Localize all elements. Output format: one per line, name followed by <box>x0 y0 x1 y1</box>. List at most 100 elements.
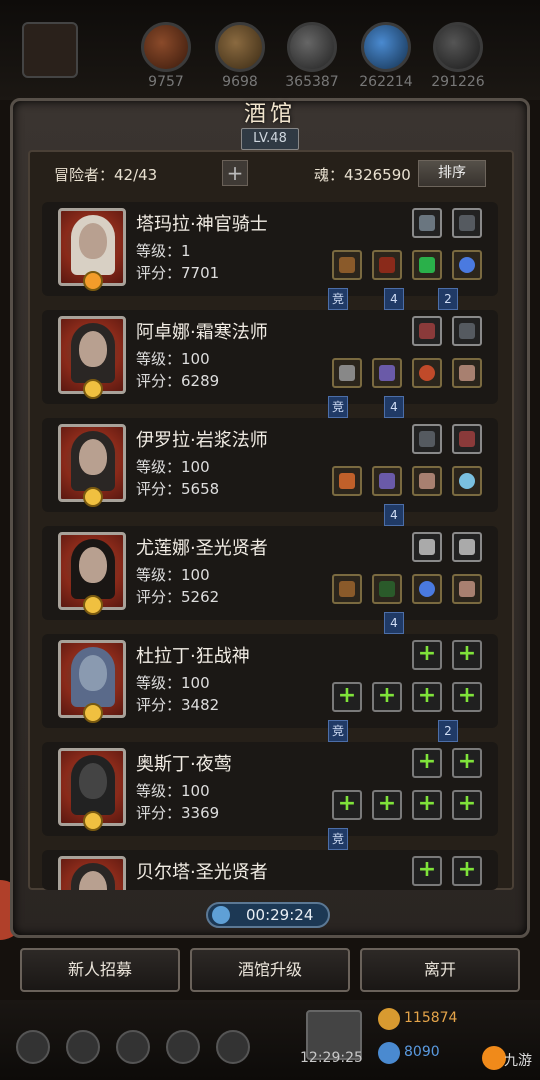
glove-slot[interactable] <box>412 466 442 496</box>
hero-score: 评分：7701 <box>136 264 220 282</box>
ring-slot[interactable] <box>412 574 442 604</box>
chest-slot[interactable] <box>372 358 402 388</box>
empty-slot-add-icon[interactable] <box>412 640 442 670</box>
resource-iron: 365387 <box>284 22 340 90</box>
mask-icon <box>419 431 435 447</box>
empty-slot-add-icon[interactable] <box>412 790 442 820</box>
empty-slot-add-icon[interactable] <box>452 790 482 820</box>
ore-icon <box>433 22 483 72</box>
brand-mascot-icon <box>482 1046 506 1070</box>
resource-value: 365387 <box>285 74 339 90</box>
armor-icon <box>419 215 435 231</box>
chest-slot[interactable] <box>372 250 402 280</box>
tag-badge: 2 <box>438 288 458 310</box>
upgrade-tavern-button[interactable]: 酒馆升级 <box>190 948 350 992</box>
claw-icon <box>459 431 475 447</box>
clock-icon <box>212 906 230 924</box>
tag-badge: 4 <box>384 612 404 634</box>
dagger-slot[interactable] <box>452 532 482 562</box>
chest-slot[interactable] <box>372 574 402 604</box>
hero-name: 伊罗拉·岩浆法师 <box>136 430 268 451</box>
recruit-button[interactable]: 新人招募 <box>20 948 180 992</box>
weapon-slot[interactable] <box>332 574 362 604</box>
bottom-menu-icon[interactable] <box>16 1030 50 1064</box>
chest-armor-icon <box>379 257 395 273</box>
tag-badge: 4 <box>384 504 404 526</box>
dagger-slot[interactable] <box>412 532 442 562</box>
amulet-icon <box>419 365 435 381</box>
bottom-menu-icon[interactable] <box>66 1030 100 1064</box>
tag-badge: 竞 <box>328 288 348 310</box>
glove-slot[interactable] <box>452 574 482 604</box>
chest-slot[interactable] <box>372 466 402 496</box>
accessory-slot[interactable] <box>412 316 442 346</box>
iron-icon <box>287 22 337 72</box>
weapon-slot[interactable] <box>332 358 362 388</box>
hero-card[interactable]: 尤莲娜·圣光贤者 等级：100 评分：5262 <box>42 526 498 620</box>
hero-name: 塔玛拉·神官骑士 <box>136 214 268 235</box>
glove-slot[interactable] <box>452 358 482 388</box>
hero-name: 奥斯丁·夜莺 <box>136 754 232 775</box>
weapon-slot[interactable] <box>332 466 362 496</box>
mask-slot[interactable] <box>412 424 442 454</box>
empty-slot-add-icon[interactable] <box>452 856 482 886</box>
empty-slot-add-icon[interactable] <box>372 682 402 712</box>
mask-icon <box>459 215 475 231</box>
face-shape <box>79 547 107 583</box>
resource-value: 291226 <box>431 74 485 90</box>
hero-name: 尤莲娜·圣光贤者 <box>136 538 268 559</box>
resource-ore: 291226 <box>430 22 486 90</box>
moon-emblem-icon <box>83 379 103 399</box>
face-shape <box>79 655 107 691</box>
bottom-menu-icon[interactable] <box>216 1030 250 1064</box>
leave-button[interactable]: 离开 <box>360 948 520 992</box>
ring-slot[interactable] <box>452 250 482 280</box>
hero-portrait <box>58 532 126 615</box>
empty-slot-add-icon[interactable] <box>412 682 442 712</box>
rank-emblem-icon <box>83 271 103 291</box>
armor-slot[interactable] <box>412 208 442 238</box>
empty-slot-add-icon[interactable] <box>452 748 482 778</box>
hero-score: 评分：5262 <box>136 588 220 606</box>
chest-armor-icon <box>379 473 395 489</box>
weapon-slot[interactable] <box>332 250 362 280</box>
tag-badge: 竞 <box>328 828 348 850</box>
resource-crystal: 262214 <box>358 22 414 90</box>
empty-slot-add-icon[interactable] <box>332 790 362 820</box>
tag-badge: 4 <box>384 396 404 418</box>
empty-slot-add-icon[interactable] <box>332 682 362 712</box>
menu-corner-icon[interactable] <box>22 22 78 78</box>
empty-slot-add-icon[interactable] <box>412 856 442 886</box>
hero-name: 阿卓娜·霜寒法师 <box>136 322 268 343</box>
hero-name: 杜拉丁·狂战神 <box>136 646 250 667</box>
mask-slot[interactable] <box>452 316 482 346</box>
amulet-slot[interactable] <box>412 358 442 388</box>
gem-slot[interactable] <box>412 250 442 280</box>
wood-icon <box>215 22 265 72</box>
empty-slot-add-icon[interactable] <box>452 682 482 712</box>
hero-card[interactable]: 塔玛拉·神官骑士 等级：1 评分：7701 <box>42 202 498 296</box>
accessory-slot[interactable] <box>452 424 482 454</box>
bottom-menu-icon[interactable] <box>116 1030 150 1064</box>
bottom-menu-icon[interactable] <box>166 1030 200 1064</box>
face-shape <box>79 763 107 799</box>
ring-slot[interactable] <box>452 466 482 496</box>
hero-card[interactable]: 阿卓娜·霜寒法师 等级：100 评分：6289 <box>42 310 498 404</box>
sort-button[interactable]: 排序 <box>418 160 486 187</box>
hero-level: 等级：100 <box>136 458 210 476</box>
empty-slot-add-icon[interactable] <box>372 790 402 820</box>
hero-card[interactable]: 贝尔塔·圣光贤者 <box>42 850 498 890</box>
hero-score: 评分：3482 <box>136 696 220 714</box>
add-adventurer-button[interactable]: + <box>222 160 248 186</box>
empty-slot-add-icon[interactable] <box>412 748 442 778</box>
mask-icon <box>459 323 475 339</box>
ring-icon <box>419 581 435 597</box>
brand-logo: 九游 <box>482 1044 538 1074</box>
mask-slot[interactable] <box>452 208 482 238</box>
hero-card[interactable]: 伊罗拉·岩浆法师 等级：100 评分：5658 <box>42 418 498 512</box>
glove-icon <box>459 365 475 381</box>
moon-emblem-icon <box>83 703 103 723</box>
empty-slot-add-icon[interactable] <box>452 640 482 670</box>
hero-card[interactable]: 杜拉丁·狂战神 等级：100 评分：3482 <box>42 634 498 728</box>
hero-card[interactable]: 奥斯丁·夜莺 等级：100 评分：3369 <box>42 742 498 836</box>
